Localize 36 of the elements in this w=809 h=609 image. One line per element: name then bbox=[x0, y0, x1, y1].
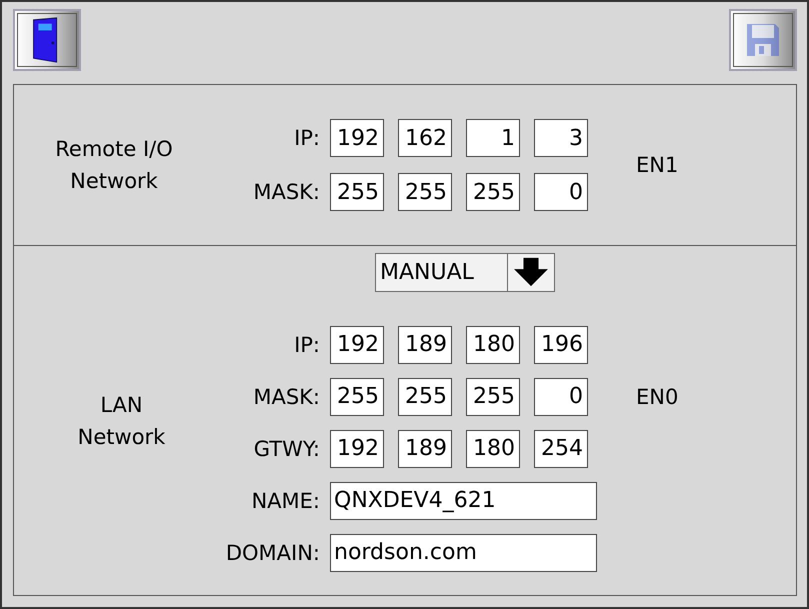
octet-field[interactable]: 192 bbox=[330, 119, 384, 157]
octet-field[interactable]: 255 bbox=[466, 378, 520, 416]
octet-field[interactable]: 3 bbox=[534, 119, 588, 157]
text-field[interactable]: QNXDEV4_621 bbox=[330, 482, 597, 520]
octet-field[interactable]: 196 bbox=[534, 326, 588, 364]
octet-field[interactable]: 255 bbox=[330, 378, 384, 416]
field-label: GTWY: bbox=[254, 436, 320, 460]
field-label: DOMAIN: bbox=[226, 540, 320, 564]
field-label: MASK: bbox=[253, 384, 320, 408]
octet-field[interactable]: 189 bbox=[398, 430, 452, 468]
mode-dropdown[interactable]: MANUAL bbox=[375, 252, 555, 292]
field-label: MASK: bbox=[253, 180, 320, 204]
text-field[interactable]: nordson.com bbox=[330, 534, 597, 572]
section-title: Remote I/O Network bbox=[55, 136, 173, 195]
exit-button[interactable] bbox=[13, 9, 81, 71]
octet-field[interactable]: 192 bbox=[330, 430, 384, 468]
octet-field[interactable]: 254 bbox=[534, 430, 588, 468]
octet-field[interactable]: 0 bbox=[534, 173, 588, 211]
field-label: IP: bbox=[294, 332, 320, 356]
octet-field[interactable]: 1 bbox=[466, 119, 520, 157]
octet-field[interactable]: 162 bbox=[398, 119, 452, 157]
field-label: NAME: bbox=[251, 488, 320, 512]
octet-field[interactable]: 255 bbox=[466, 173, 520, 211]
port-label: EN1 bbox=[635, 153, 680, 177]
octet-field[interactable]: 255 bbox=[398, 173, 452, 211]
field-label: IP: bbox=[294, 126, 320, 150]
octet-field[interactable]: 255 bbox=[330, 173, 384, 211]
octet-field[interactable]: 255 bbox=[398, 378, 452, 416]
section-title: LAN Network bbox=[78, 392, 166, 450]
octet-field[interactable]: 180 bbox=[466, 326, 520, 364]
octet-field[interactable]: 192 bbox=[330, 326, 384, 364]
down-arrow-icon bbox=[511, 256, 551, 288]
port-label: EN0 bbox=[635, 384, 680, 408]
octet-field[interactable]: 180 bbox=[466, 430, 520, 468]
octet-field[interactable]: 189 bbox=[398, 326, 452, 364]
octet-field[interactable]: 0 bbox=[534, 378, 588, 416]
